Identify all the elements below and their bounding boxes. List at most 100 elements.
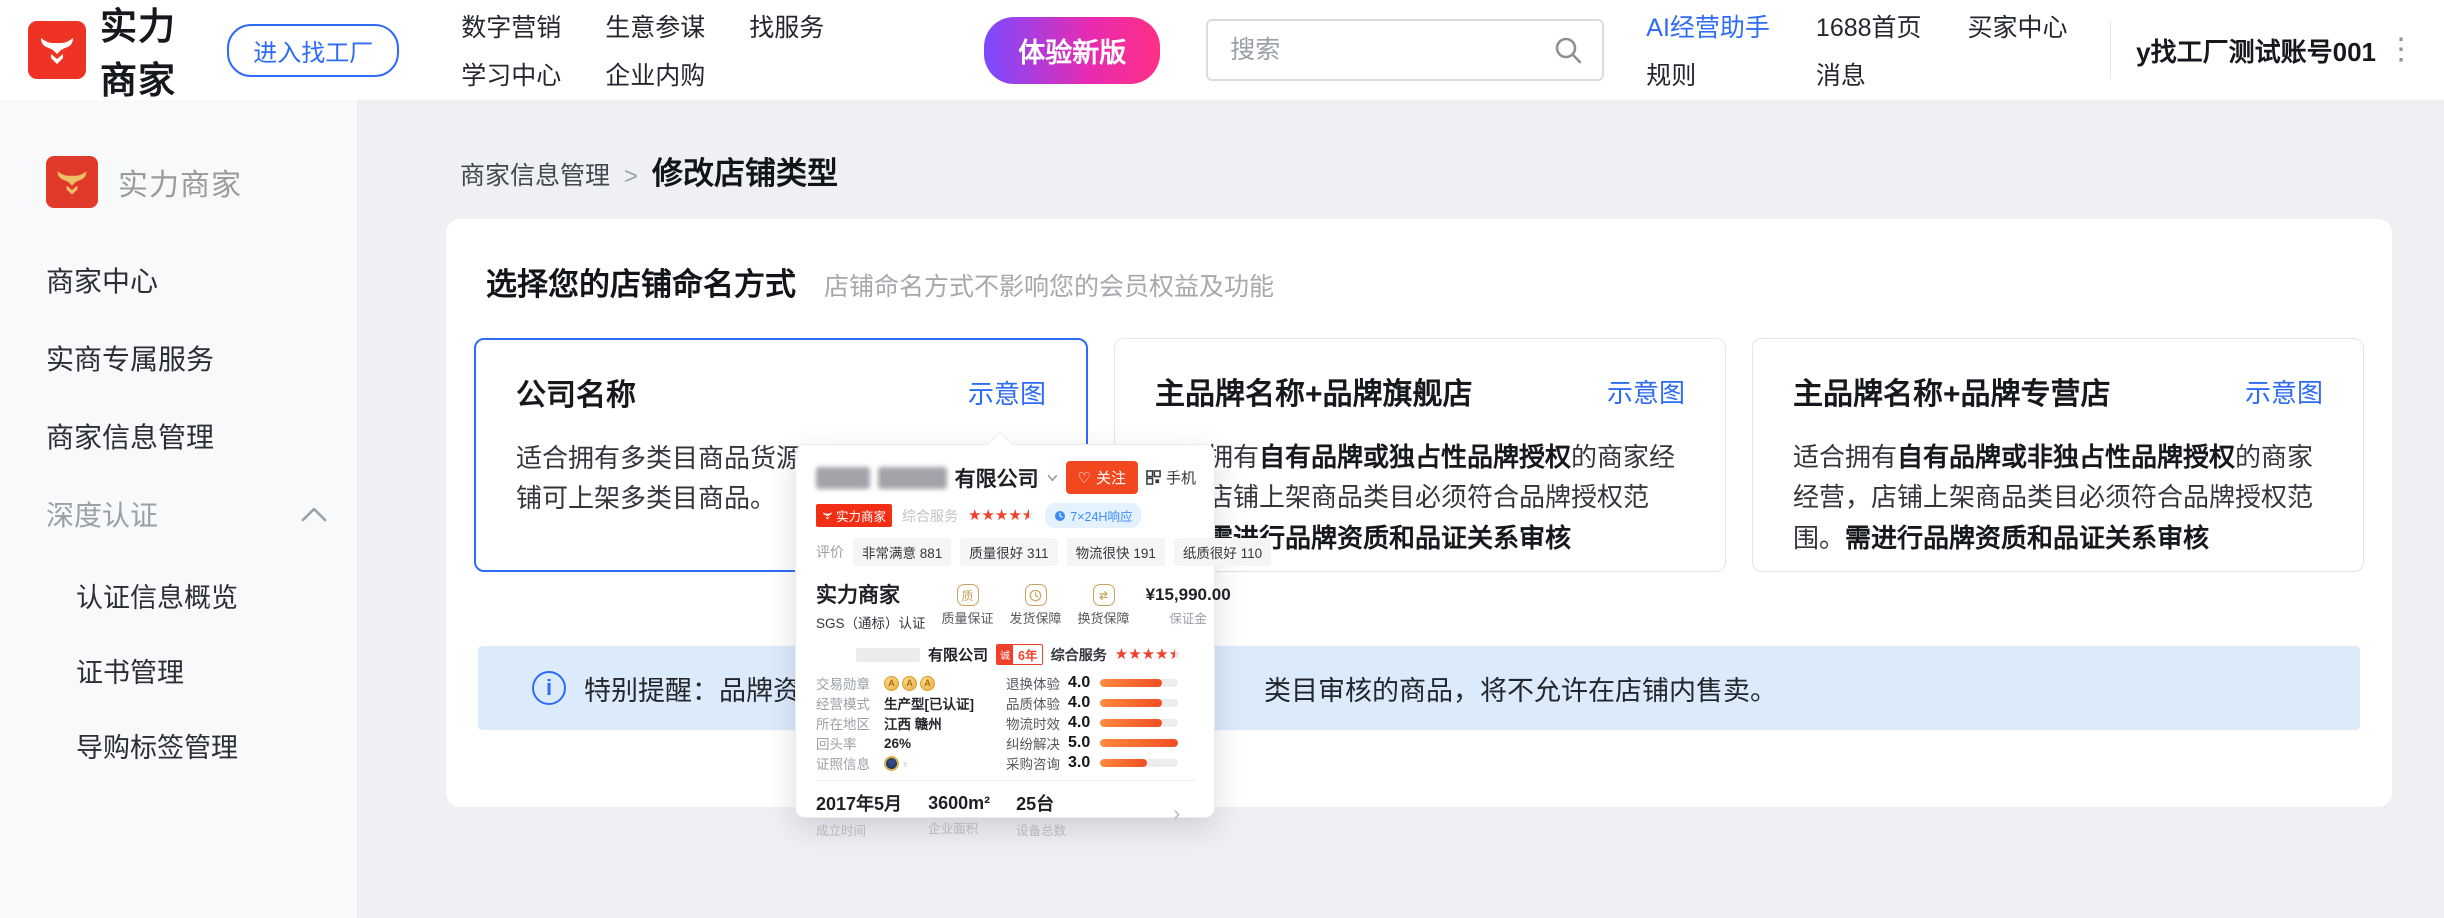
area-value: 3600m² (928, 793, 990, 814)
kebab-menu-icon[interactable]: ⋮ (2386, 35, 2416, 65)
page: 实力商家 进入找工厂 数字营销 学习中心 生意参谋 企业内购 找服务 体验新版 (0, 0, 2444, 918)
nav-buyer-center[interactable]: 买家中心 (1968, 8, 2068, 44)
medal-icon: A (920, 676, 935, 691)
top-header: 实力商家 进入找工厂 数字营销 学习中心 生意参谋 企业内购 找服务 体验新版 (0, 0, 2444, 100)
equipment-value: 25台 (1016, 790, 1066, 816)
sidebar-sub-certificate-mgmt[interactable]: 证书管理 (76, 651, 357, 690)
card-example-link[interactable]: 示意图 (1607, 373, 1685, 410)
sidebar-item-merchant-center[interactable]: 商家中心 (46, 260, 357, 300)
sidebar-item-merchant-info[interactable]: 商家信息管理 (46, 416, 357, 456)
breadcrumb-separator: > (624, 163, 638, 191)
company-type: 有限公司 (928, 644, 988, 665)
naming-option-cards: 公司名称 示意图 适合拥有多类目商品货源或 铺可上架多类目商品。 主品牌名称+品… (474, 338, 2364, 572)
phone-link[interactable]: 手机 (1146, 467, 1196, 488)
sidebar-sub-cert-overview[interactable]: 认证信息概览 (76, 576, 357, 615)
membership-years-badge: 诚 6年 (996, 644, 1043, 665)
sidebar-logo (46, 156, 98, 208)
redacted-text (856, 648, 920, 662)
breadcrumb-parent[interactable]: 商家信息管理 (460, 156, 610, 192)
nav-find-services[interactable]: 找服务 (749, 8, 824, 44)
store-preview-popup: 有限公司 ♡ 关注 手机 (795, 444, 1215, 818)
chevron-up-icon (301, 506, 327, 522)
rating-bar (1100, 699, 1178, 707)
review-label: 评价 (816, 542, 844, 562)
nav-enterprise-purchase[interactable]: 企业内购 (605, 56, 705, 92)
nav-rules[interactable]: 规则 (1646, 56, 1770, 92)
medal-icon: A (884, 676, 899, 691)
brand-certification: 实力商家 SGS（通标）认证 (816, 579, 926, 632)
area-label: 企业面积 (928, 818, 990, 837)
nav-digital-marketing[interactable]: 数字营销 (461, 8, 561, 44)
card-example-link[interactable]: 示意图 (968, 374, 1046, 411)
bull-gold-icon (54, 164, 90, 200)
company-name-suffix: 有限公司 (955, 463, 1039, 493)
sidebar-sub-guide-label-mgmt[interactable]: 导购标签管理 (76, 726, 357, 765)
account-name[interactable]: y找工厂测试账号001 (2136, 32, 2376, 69)
card-title: 主品牌名称+品牌专营店 (1793, 369, 2111, 413)
rating-bar (1100, 679, 1178, 687)
chevron-right-icon[interactable]: › (1173, 803, 1180, 826)
breadcrumb: 商家信息管理 > 修改店铺类型 (460, 148, 2444, 193)
chevron-right-icon[interactable]: › (903, 756, 907, 771)
quality-guarantee-icon: 质 (957, 584, 979, 606)
guarantee-icons: 质 质量保证 发货保障 (942, 584, 1130, 627)
nav-business-advisor[interactable]: 生意参谋 (605, 8, 705, 44)
medal-icon: A (902, 676, 917, 691)
chevron-down-icon[interactable] (1047, 473, 1058, 483)
main-area: 商家信息管理 > 修改店铺类型 选择您的店铺命名方式 店铺命名方式不影响您的会员… (358, 100, 2444, 918)
sidebar-section-deep-certification[interactable]: 深度认证 (46, 494, 357, 534)
heart-icon: ♡ (1078, 469, 1091, 487)
card-description: 适合拥有自有品牌或非独占性品牌授权的商家经营，店铺上架商品类目必须符合品牌授权范… (1793, 437, 2323, 558)
review-tag[interactable]: 物流很快 191 (1067, 538, 1165, 566)
nav-learning-center[interactable]: 学习中心 (461, 56, 561, 92)
popup-divider (816, 780, 1196, 781)
card-brand-franchise[interactable]: 主品牌名称+品牌专营店 示意图 适合拥有自有品牌或非独占性品牌授权的商家经营，店… (1752, 338, 2364, 572)
rating-bar (1100, 759, 1178, 767)
repeat-rate-value: 26% (884, 736, 911, 751)
follow-button[interactable]: ♡ 关注 (1066, 461, 1138, 494)
sidebar-brand-title: 实力商家 (118, 160, 242, 204)
founded-value: 2017年5月 (816, 790, 902, 816)
notice-text-right: 类目审核的商品，将不允许在店铺内售卖。 (1264, 669, 1777, 708)
experience-ratings: 退换体验 4.0 品质体验 4.0 物流时效 4.0 纠纷解决 5.0 (1006, 676, 1196, 770)
response-badge: 7×24H响应 (1045, 503, 1141, 528)
founded-label: 成立时间 (816, 820, 902, 839)
nav-ai-assistant[interactable]: AI经营助手 (1646, 8, 1770, 44)
rating-value: 4.0 (1068, 714, 1100, 732)
nav-1688-home[interactable]: 1688首页 (1816, 8, 1922, 44)
notice-bar: i 特别提醒：品牌资质及 类目审核的商品，将不允许在店铺内售卖。 (478, 646, 2360, 730)
sidebar-brand: 实力商家 (46, 156, 357, 208)
search-icon[interactable] (1552, 34, 1584, 66)
info-icon: i (532, 671, 566, 705)
section-title: 选择您的店铺命名方式 (486, 259, 796, 304)
search-input[interactable] (1230, 36, 1552, 65)
star-rating: ★★★★★ ★★★★★ (1115, 647, 1182, 662)
try-new-version-button[interactable]: 体验新版 (984, 17, 1160, 84)
merchant-badge: 实力商家 (816, 504, 892, 527)
store-attributes: 交易勋章 A A A 经营模式 生产型[已认证] 所在地区 江西 赣州 回头率 … (816, 676, 1006, 770)
clock-icon (1054, 510, 1066, 522)
exchange-guarantee-icon (1093, 584, 1115, 606)
qr-code-icon (1146, 470, 1161, 485)
review-tag[interactable]: 质量很好 311 (960, 538, 1057, 566)
business-mode-value: 生产型[已认证] (884, 693, 974, 713)
nav-messages[interactable]: 消息 (1816, 56, 1922, 92)
rating-value: 5.0 (1068, 734, 1100, 752)
review-tag[interactable]: 非常满意 881 (853, 538, 951, 566)
chengxintong-icon: 诚 (997, 645, 1013, 664)
deposit-label: 保证金 (1146, 608, 1231, 627)
equipment-label: 设备总数 (1016, 820, 1066, 839)
review-tag[interactable]: 纸质很好 110 (1174, 538, 1271, 566)
license-emblem-icon (884, 756, 899, 771)
card-title: 公司名称 (516, 370, 636, 414)
content-panel: 选择您的店铺命名方式 店铺命名方式不影响您的会员权益及功能 公司名称 示意图 适… (446, 219, 2392, 807)
enter-factory-button[interactable]: 进入找工厂 (227, 24, 399, 77)
sidebar-item-exclusive-services[interactable]: 实商专属服务 (46, 338, 357, 378)
service-label-2: 综合服务 (1051, 645, 1107, 665)
card-example-link[interactable]: 示意图 (2245, 373, 2323, 410)
company-footer-stats: 2017年5月 成立时间 3600m² 企业面积 25台 设备总数 › (816, 790, 1196, 839)
brand-logo[interactable] (28, 21, 86, 79)
search-box[interactable] (1206, 19, 1604, 81)
primary-nav: 数字营销 学习中心 生意参谋 企业内购 找服务 (461, 8, 824, 92)
rating-value: 4.0 (1068, 694, 1100, 712)
